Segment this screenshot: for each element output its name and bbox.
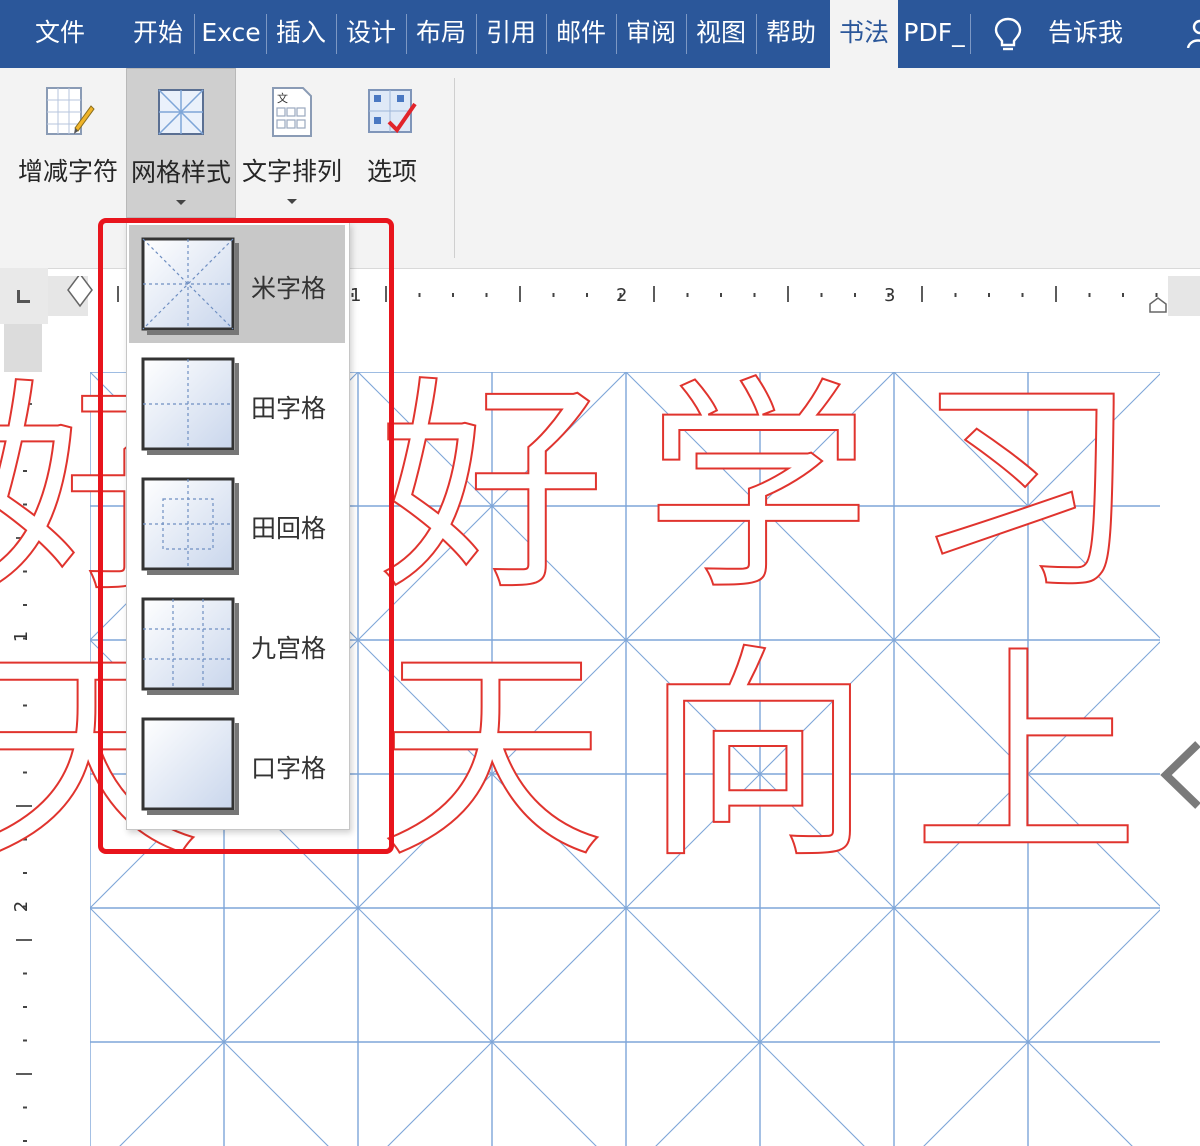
grid-style-icon [158,89,204,135]
text-arrangement-button[interactable]: 文 文字排列 [238,68,346,218]
annotation-highlight-box [98,218,394,854]
glyph-char: 习 [912,358,1140,621]
ruler-number: 2 [616,285,628,306]
tab-mailings[interactable]: 邮件 [548,0,614,68]
left-tab-icon [17,290,30,303]
lightbulb-icon[interactable] [990,16,1026,52]
chevron-down-icon [176,200,186,205]
ribbon-group-separator [454,78,455,258]
add-characters-icon [46,87,95,135]
ruler-number: 3 [884,285,896,306]
tab-stop-selector[interactable] [0,268,48,324]
chevron-left-icon[interactable] [1160,740,1200,810]
ruler-number: 2 [11,900,33,913]
text-arrangement-icon: 文 [272,87,312,137]
grid-style-button[interactable]: 网格样式 [126,68,236,218]
tab-separator [406,14,407,54]
tab-home[interactable]: 开始 [124,0,192,68]
chevron-down-icon [287,199,297,204]
tab-separator [970,14,971,54]
options-label: 选项 [366,157,417,186]
tab-separator [476,14,477,54]
grid-diagonal [923,909,1160,1146]
tab-insert[interactable]: 插入 [268,0,334,68]
glyph-char: 好 [378,358,606,621]
text-arrangement-label: 文字排列 [241,157,342,186]
ribbon-tab-bar: 文件 开始 Exce 插入 设计 布局 引用 邮件 审阅 视图 帮助 书法 PD… [0,0,1200,68]
grid-style-label: 网格样式 [130,158,231,187]
tab-separator [616,14,617,54]
svg-text:文: 文 [277,91,288,105]
tab-design[interactable]: 设计 [338,0,404,68]
tab-help[interactable]: 帮助 [758,0,824,68]
glyph-char: 学 [644,358,872,621]
tab-layout[interactable]: 布局 [408,0,474,68]
options-button[interactable]: 选项 [350,68,434,218]
options-icon [368,89,417,134]
tab-calligraphy[interactable]: 书法 [830,0,898,68]
user-icon[interactable] [1186,18,1200,48]
tab-separator [756,14,757,54]
grid-diagonal [893,907,1133,1146]
tab-view[interactable]: 视图 [688,0,754,68]
tab-excel[interactable]: Exce [198,0,264,68]
glyph-char: 上 [912,626,1140,889]
glyph-char: 天 [378,626,606,889]
first-line-indent-marker [67,276,93,308]
add-characters-button[interactable]: 增减字符 [12,68,124,218]
tab-references[interactable]: 引用 [478,0,544,68]
right-indent-marker [1149,297,1167,313]
tab-file[interactable]: 文件 [18,0,102,68]
tab-pdf[interactable]: PDF_ [900,0,968,68]
tab-separator [266,14,267,54]
tell-me-search[interactable]: 告诉我 [1048,0,1123,68]
tab-separator [546,14,547,54]
tab-separator [336,14,337,54]
tab-separator [194,14,195,54]
tab-separator [686,14,687,54]
tab-review[interactable]: 审阅 [618,0,684,68]
glyph-char: 向 [644,626,872,889]
add-characters-label: 增减字符 [17,157,118,186]
